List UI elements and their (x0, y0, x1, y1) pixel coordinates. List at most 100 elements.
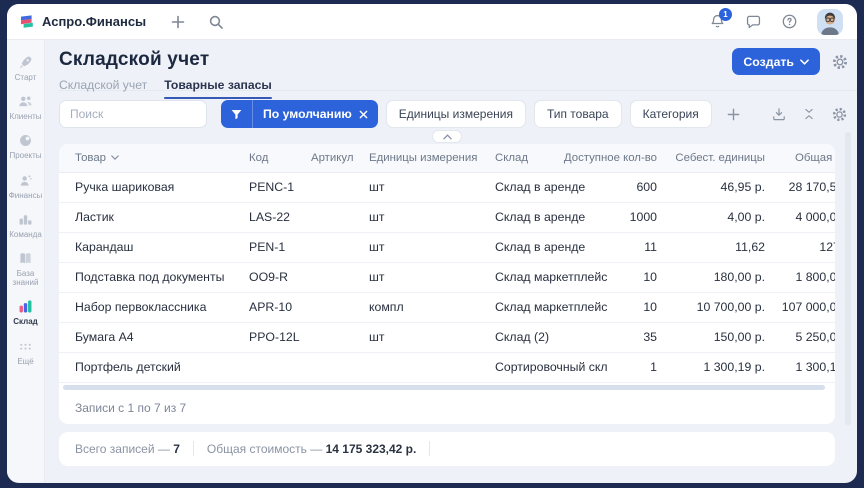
cell-total: 127,82 (781, 232, 835, 262)
cell-unit (355, 352, 481, 382)
filter-button-units[interactable]: Единицы измерения (386, 100, 526, 128)
table-row[interactable]: ЛастикLAS-22штСклад в аренде10004,00 р.4… (59, 202, 835, 232)
horizontal-scrollbar-thumb[interactable] (63, 385, 825, 390)
rocket-icon (17, 54, 34, 71)
page-header: Складской учет Складской учет Товарные з… (59, 40, 857, 91)
table-row[interactable]: Бумага А4PPO-12LштСклад (2)35150,00 р.5 … (59, 322, 835, 352)
table-row[interactable]: Подставка под документыOO9-RштСклад марк… (59, 262, 835, 292)
tab-warehouse-accounting[interactable]: Складской учет (59, 78, 147, 98)
sidebar-item-more[interactable]: Ещё (7, 338, 45, 366)
cell-code: PEN-1 (235, 232, 297, 262)
collapse-filters-button[interactable] (432, 130, 462, 143)
cell-product: Ластик (59, 202, 235, 232)
collapse-rows-icon[interactable] (802, 107, 816, 121)
table-settings-gear-icon[interactable] (831, 106, 848, 123)
column-header-product[interactable]: Товар (59, 144, 235, 172)
cell-code: PPO-12L (235, 322, 297, 352)
sidebar-item-projects[interactable]: Проекты (7, 132, 45, 160)
topbar-actions: 1 (709, 9, 843, 35)
warehouse-icon (17, 298, 34, 315)
cell-product: Ручка шариковая (59, 172, 235, 202)
remove-filter-icon[interactable] (359, 110, 378, 119)
column-header-article[interactable]: Артикул (297, 144, 355, 172)
cell-product: Набор первоклассника (59, 292, 235, 322)
cell-product: Подставка под документы (59, 262, 235, 292)
search-input[interactable] (59, 100, 207, 128)
table-actions (771, 106, 848, 123)
column-header-available-qty[interactable]: Доступное кол-во (607, 144, 673, 172)
cell-article (297, 172, 355, 202)
table-row[interactable]: Ручка шариковаяPENC-1штСклад в аренде600… (59, 172, 835, 202)
sidebar-item-team[interactable]: Команда (7, 211, 45, 239)
add-icon[interactable] (170, 14, 186, 30)
search-icon[interactable] (208, 14, 224, 30)
app-logo[interactable]: Аспро.Финансы (19, 14, 146, 30)
table-row[interactable]: Портфель детскийСортировочный склад11 30… (59, 352, 835, 382)
tabs: Складской учет Товарные запасы (59, 78, 857, 98)
cell-qty: 1 (607, 352, 673, 382)
filter-button-category[interactable]: Категория (630, 100, 712, 128)
active-filter-chip[interactable]: По умолчанию (221, 100, 378, 128)
cell-warehouse: Склад маркетплейса (481, 292, 607, 322)
sidebar-item-label: Склад (13, 317, 38, 326)
sidebar-item-finance[interactable]: Финансы (7, 172, 45, 200)
tab-goods-stock[interactable]: Товарные запасы (164, 78, 272, 98)
add-filter-icon[interactable] (726, 107, 741, 122)
user-avatar[interactable] (817, 9, 843, 35)
sidebar-item-warehouse[interactable]: Склад (7, 298, 45, 326)
cell-total: 1 800,00 р. (781, 262, 835, 292)
cell-article (297, 292, 355, 322)
total-cost-value: 14 175 323,42 р. (326, 442, 417, 456)
cell-code: APR-10 (235, 292, 297, 322)
download-icon[interactable] (771, 106, 787, 122)
sidebar-item-label: Команда (9, 230, 42, 239)
cell-article (297, 262, 355, 292)
cell-qty: 1000 (607, 202, 673, 232)
horizontal-scrollbar[interactable] (59, 383, 835, 393)
column-header-unit-cost[interactable]: Себест. единицы (673, 144, 781, 172)
inventory-table: Товар Код Артикул Единицы измерения Скла… (59, 144, 835, 424)
cell-warehouse: Склад в аренде (481, 202, 607, 232)
chat-icon[interactable] (745, 13, 762, 30)
sidebar-item-label: Ещё (17, 357, 33, 366)
table-row[interactable]: КарандашPEN-1штСклад в аренде1111,62127,… (59, 232, 835, 262)
cell-total: 4 000,00 р. (781, 202, 835, 232)
cell-article (297, 202, 355, 232)
team-icon (17, 211, 34, 228)
sidebar-item-clients[interactable]: Клиенты (7, 93, 45, 121)
column-header-total-cost[interactable]: Общая стоимость (781, 144, 835, 172)
table-row[interactable]: Набор первоклассникаAPR-10комплСклад мар… (59, 292, 835, 322)
cell-total: 5 250,00 р. (781, 322, 835, 352)
cell-unit: шт (355, 262, 481, 292)
create-button[interactable]: Создать (732, 48, 820, 75)
notification-badge: 1 (719, 8, 732, 21)
collapse-filters-pill-row (59, 129, 835, 143)
sidebar-item-label: Старт (15, 73, 37, 82)
column-header-units[interactable]: Единицы измерения (355, 144, 481, 172)
cell-code (235, 352, 297, 382)
cell-qty: 10 (607, 292, 673, 322)
help-icon[interactable] (781, 13, 798, 30)
sidebar-item-label: База знаний (7, 269, 45, 287)
filter-bar: По умолчанию Единицы измерения Тип товар… (59, 100, 857, 128)
active-filter-label: По умолчанию (253, 107, 359, 121)
notifications-bell-icon[interactable]: 1 (709, 13, 726, 30)
sidebar-item-knowledge-base[interactable]: База знаний (7, 250, 45, 287)
page-settings-gear-icon[interactable] (831, 53, 849, 71)
vertical-scrollbar[interactable] (845, 132, 851, 425)
cell-product: Карандаш (59, 232, 235, 262)
cell-warehouse: Сортировочный склад (481, 352, 607, 382)
cell-article (297, 232, 355, 262)
brand-icon (19, 14, 35, 30)
cell-product: Бумага А4 (59, 322, 235, 352)
column-header-code[interactable]: Код (235, 144, 297, 172)
sidebar-item-start[interactable]: Старт (7, 54, 45, 82)
create-button-label: Создать (743, 55, 794, 69)
cell-code: OO9-R (235, 262, 297, 292)
sidebar-item-label: Проекты (9, 151, 41, 160)
filter-funnel-icon[interactable] (221, 100, 253, 128)
cell-warehouse: Склад в аренде (481, 232, 607, 262)
summary-bar: Всего записей — 7 Общая стоимость — 14 1… (59, 432, 835, 466)
divider (429, 441, 430, 456)
filter-button-product-type[interactable]: Тип товара (534, 100, 622, 128)
